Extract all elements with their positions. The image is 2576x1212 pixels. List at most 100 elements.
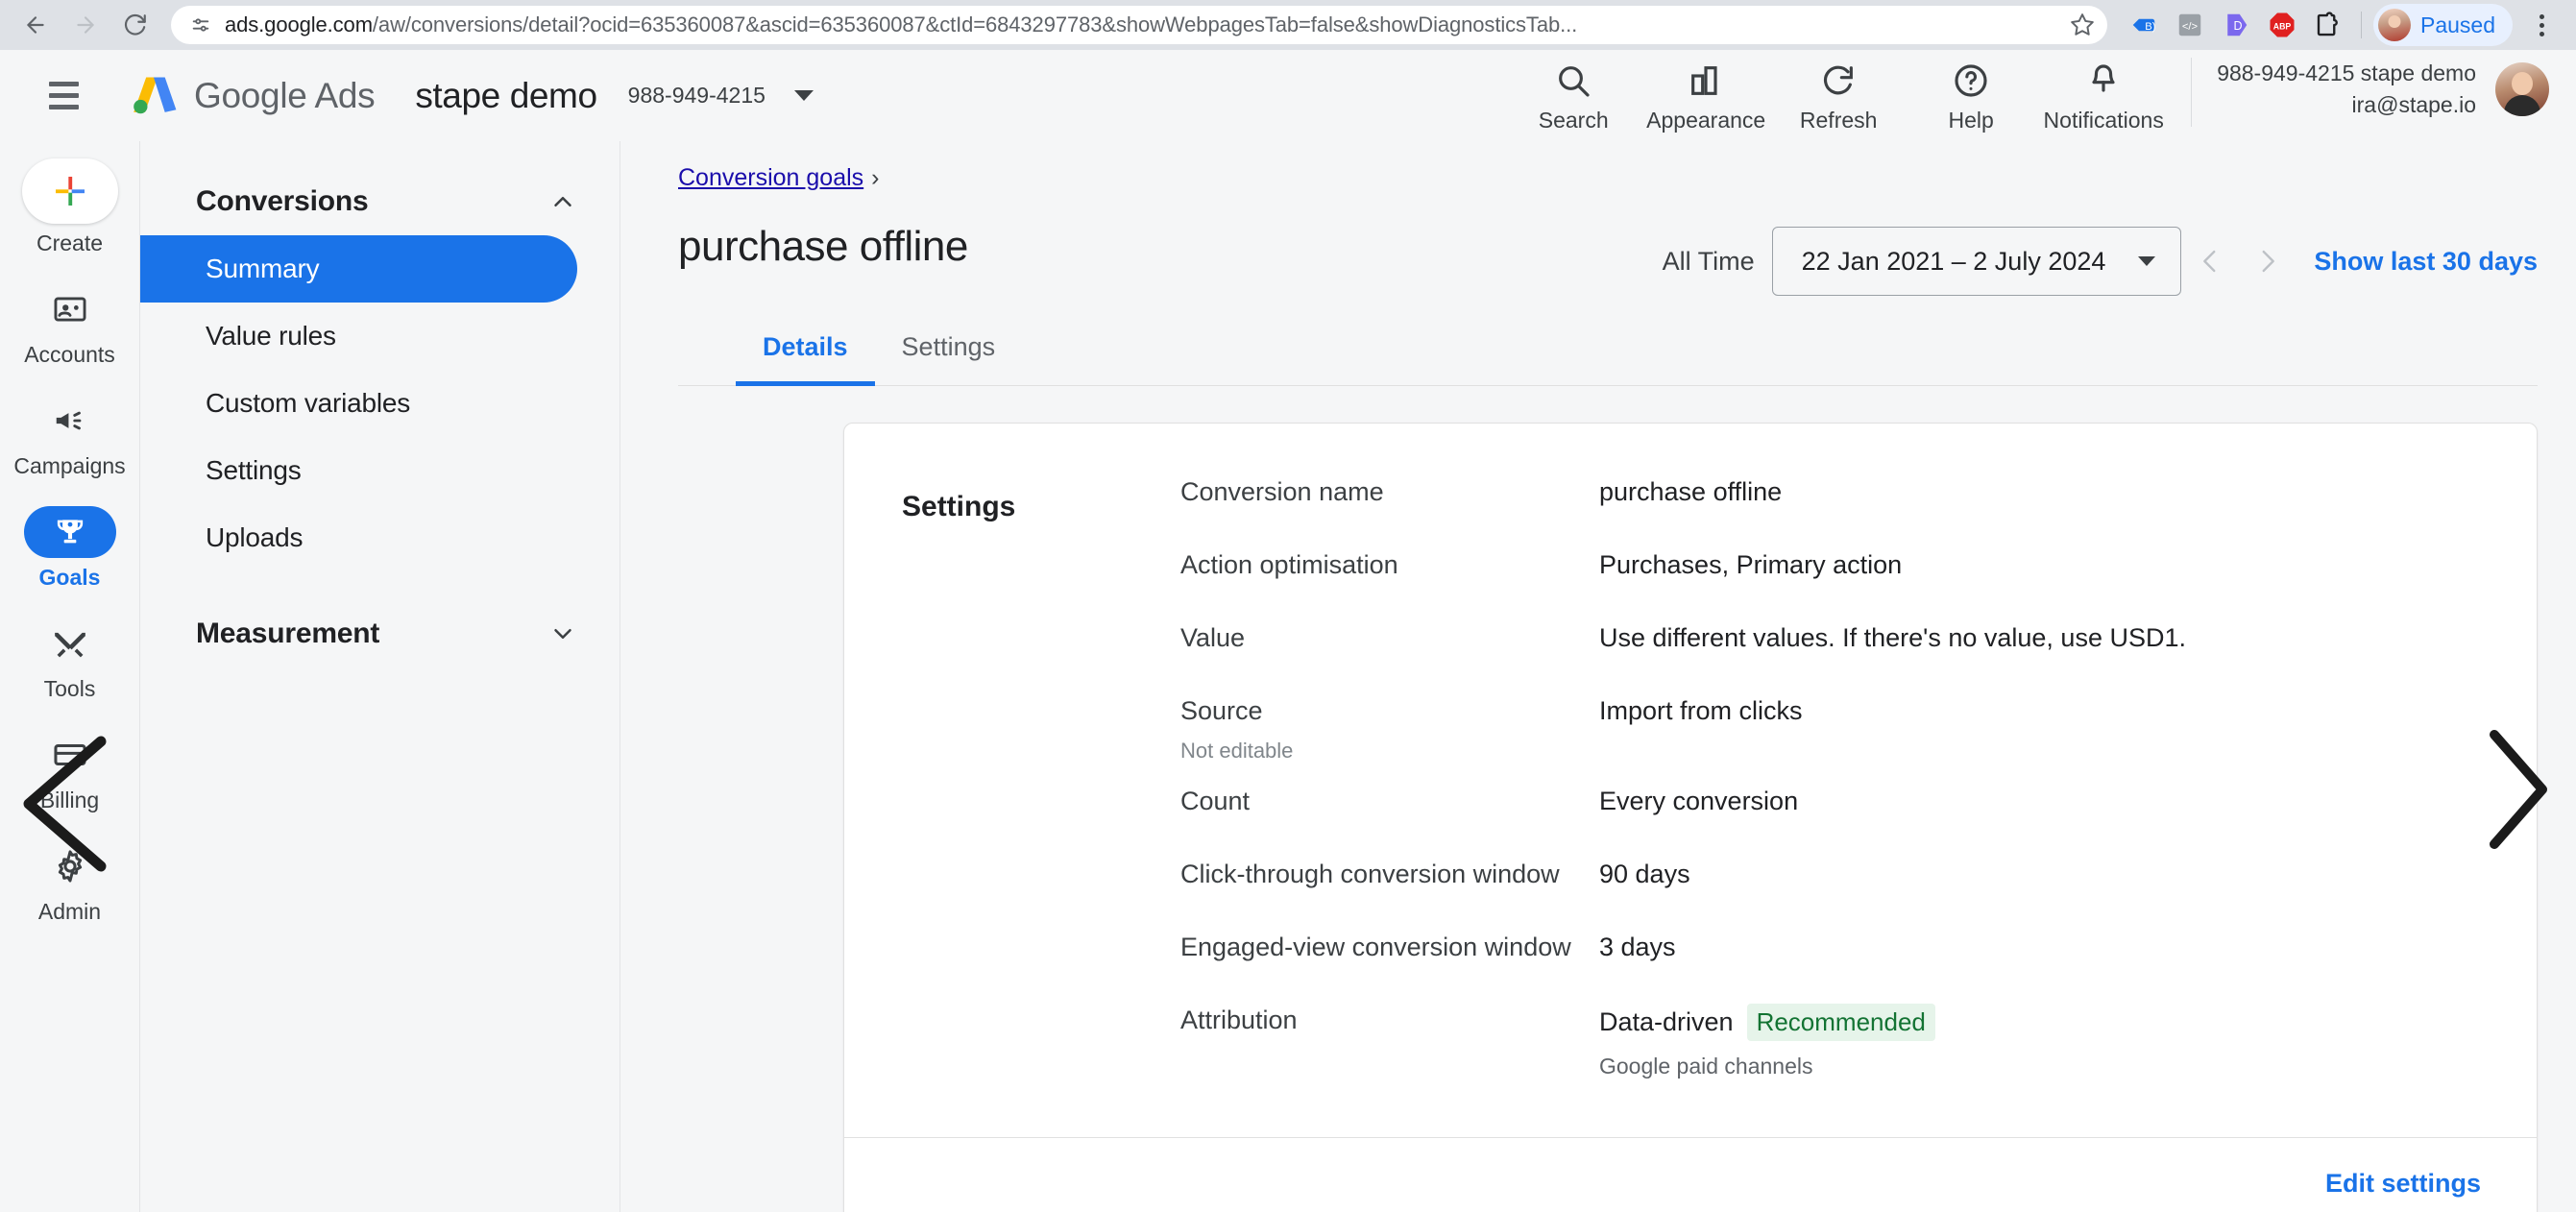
sidebar-label-custom-variables: Custom variables <box>206 388 411 418</box>
sidebar-item-billing[interactable]: Billing <box>0 729 139 813</box>
chevron-left-icon <box>2203 250 2216 273</box>
row-key: Source Not editable <box>1180 694 1599 765</box>
url-host: ads.google.com <box>225 12 373 36</box>
header-actions: Search Appearance Refresh Help Notificat… <box>1507 58 2549 133</box>
accounts-icon <box>54 297 85 322</box>
row-key-sublabel: Not editable <box>1180 739 1294 764</box>
sidebar-item-custom-variables[interactable]: Custom variables <box>140 370 577 437</box>
sidebar-item-create[interactable]: Create <box>0 158 139 256</box>
tab-settings[interactable]: Settings <box>875 325 1023 386</box>
star-icon[interactable] <box>2063 6 2102 44</box>
row-key: Action optimisation <box>1180 548 1599 582</box>
admin-pill <box>24 840 116 892</box>
appearance-button[interactable]: Appearance <box>1640 58 1772 133</box>
nav-group-measurement[interactable]: Measurement <box>140 600 620 667</box>
avatar[interactable] <box>2495 62 2549 117</box>
edit-settings-button[interactable]: Edit settings <box>2325 1169 2481 1199</box>
row-value-text: Purchases, Primary action <box>1599 550 1903 579</box>
notifications-label: Notifications <box>2043 108 2164 133</box>
chevron-up-icon <box>554 197 571 206</box>
app-body: Create Accounts Campaigns Goals Tools Bi… <box>0 141 2576 1212</box>
chevron-down-icon[interactable] <box>793 90 814 101</box>
back-icon[interactable] <box>13 3 58 47</box>
app-header: Google Ads stape demo 988-949-4215 Searc… <box>0 50 2576 141</box>
secondary-nav: Conversions Summary Value rules Custom v… <box>140 141 620 1212</box>
campaigns-megaphone-icon <box>56 411 81 430</box>
table-row: Value Use different values. If there's n… <box>1180 612 2498 685</box>
sidebar-item-tools[interactable]: Tools <box>0 618 139 702</box>
sidebar-label-create: Create <box>36 230 104 255</box>
help-button[interactable]: Help <box>1905 58 2037 133</box>
help-icon <box>1955 64 1987 97</box>
hamburger-menu-icon[interactable] <box>38 71 88 121</box>
title-row: purchase offline All Time 22 Jan 2021 – … <box>678 223 2538 296</box>
chevron-down-icon <box>2138 256 2156 266</box>
breadcrumb-link-conversion-goals[interactable]: Conversion goals <box>678 164 863 192</box>
search-label: Search <box>1538 108 1609 133</box>
site-settings-icon[interactable] <box>186 11 215 39</box>
sidebar-item-goals[interactable]: Goals <box>0 506 139 591</box>
adblock-plus-icon[interactable]: ABP <box>2261 4 2303 46</box>
brand-block[interactable]: Google Ads stape demo 988-949-4215 <box>129 71 814 121</box>
account-name: stape demo <box>415 75 597 115</box>
sidebar-item-campaigns[interactable]: Campaigns <box>0 395 139 479</box>
chevron-right-icon <box>2262 250 2275 273</box>
address-bar[interactable]: ads.google.com/aw/conversions/detail?oci… <box>171 6 2107 44</box>
refresh-label: Refresh <box>1799 108 1878 133</box>
appearance-icon <box>1691 66 1717 95</box>
reload-icon[interactable] <box>113 3 158 47</box>
campaigns-pill <box>24 395 116 447</box>
sidebar-item-uploads[interactable]: Uploads <box>140 504 577 571</box>
url-suffix: &showWebpagesTab=false&showDiagnosticsTa… <box>1102 12 1578 36</box>
show-last-30-days-link[interactable]: Show last 30 days <box>2314 247 2538 277</box>
row-value: Purchases, Primary action <box>1599 548 1902 582</box>
sidebar-item-settings[interactable]: Settings <box>140 437 577 504</box>
row-key-label: Attribution <box>1180 1005 1298 1034</box>
url-text[interactable]: ads.google.com/aw/conversions/detail?oci… <box>215 12 2063 37</box>
nav-group-conversions[interactable]: Conversions <box>140 168 620 235</box>
chevron-down-icon <box>554 629 571 639</box>
notifications-button[interactable]: Notifications <box>2037 58 2170 133</box>
goals-pill <box>23 506 116 558</box>
code-viewer-icon[interactable]: </> <box>2169 4 2211 46</box>
browser-toolbar: ads.google.com/aw/conversions/detail?oci… <box>0 0 2576 50</box>
account-line1: 988-949-4215 stape demo <box>2217 61 2476 85</box>
refresh-button[interactable]: Refresh <box>1772 58 1905 133</box>
settings-card-body: Settings Conversion name purchase offlin… <box>844 424 2537 1137</box>
sidebar-item-value-rules[interactable]: Value rules <box>140 303 577 370</box>
row-value: Every conversion <box>1599 785 1798 818</box>
prev-period-button[interactable] <box>2181 232 2239 290</box>
search-button[interactable]: Search <box>1507 58 1640 133</box>
table-row: Conversion name purchase offline <box>1180 466 2498 539</box>
sidebar-label-summary: Summary <box>206 254 320 283</box>
nav-group-label-conversions: Conversions <box>196 185 369 217</box>
sidebar-item-accounts[interactable]: Accounts <box>0 283 139 368</box>
tag-assistant-icon[interactable]: B) <box>2123 4 2165 46</box>
sidebar-item-summary[interactable]: Summary <box>140 235 577 303</box>
extensions-puzzle-icon[interactable] <box>2307 4 2349 46</box>
browser-profile-chip[interactable]: Paused <box>2372 4 2513 46</box>
settings-card: Settings Conversion name purchase offlin… <box>843 423 2538 1212</box>
search-icon <box>1559 66 1590 97</box>
row-value: Import from clicks <box>1599 694 1803 728</box>
datalayer-icon[interactable]: D <box>2215 4 2257 46</box>
main-header: Conversion goals › purchase offline All … <box>620 164 2576 386</box>
sidebar-item-admin[interactable]: Admin <box>0 840 139 925</box>
tab-details[interactable]: Details <box>736 325 875 386</box>
svg-text:D: D <box>2233 19 2242 33</box>
account-block[interactable]: 988-949-4215 stape demo ira@stape.io <box>2213 58 2549 122</box>
profile-avatar <box>2377 9 2411 41</box>
sidebar-label-admin: Admin <box>37 899 102 924</box>
row-key: Count <box>1180 785 1599 818</box>
next-period-button[interactable] <box>2239 232 2297 290</box>
table-row: Click-through conversion window 90 days <box>1180 848 2498 921</box>
nav-group-label-measurement: Measurement <box>196 618 380 649</box>
settings-section-title: Settings <box>902 491 1016 522</box>
forward-icon[interactable] <box>63 3 108 47</box>
kebab-menu-icon[interactable] <box>2520 4 2563 46</box>
date-range-value: 22 Jan 2021 – 2 July 2024 <box>1801 246 2106 276</box>
row-key-label: Source <box>1180 696 1263 725</box>
row-key-label: Engaged-view conversion window <box>1180 932 1571 961</box>
sidebar-label-billing: Billing <box>39 788 100 812</box>
date-range-selector[interactable]: 22 Jan 2021 – 2 July 2024 <box>1771 227 2182 296</box>
